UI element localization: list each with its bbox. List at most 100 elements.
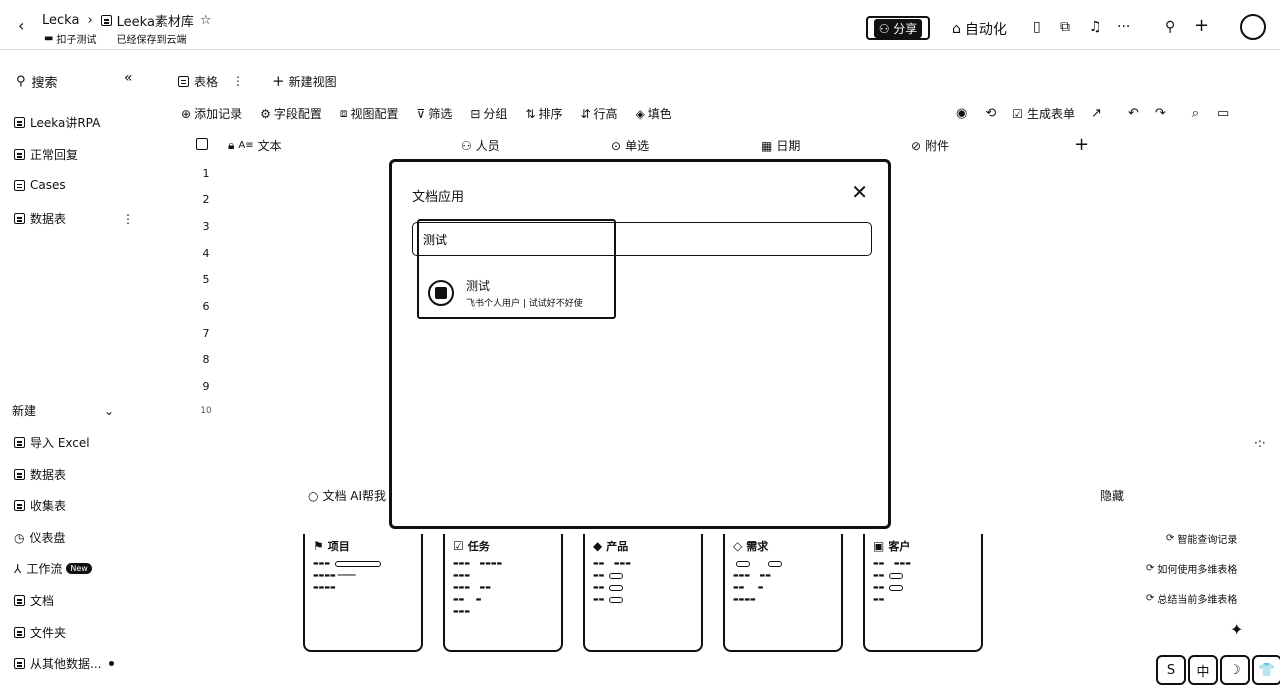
share-view-icon[interactable]: ↗ [1091,106,1102,121]
fill-icon: ◈ [635,106,645,121]
person-icon: ⚇ [461,138,472,153]
template-card[interactable]: ◇ 需求 ▬▬▬ ▬▬ ▬▬ ▬ ▬▬▬▬ [723,534,843,652]
new-item[interactable]: ⅄ 工作流 New [14,560,92,577]
row-height-icon: ⇵ [580,106,591,121]
view-config-button[interactable]: ⧈ 视图配置 [340,105,399,122]
history-icon[interactable]: ⟲ [985,106,996,121]
template-preview: ▬▬ ▬▬▬ ▬▬ ▬▬ ▬▬ [873,560,911,603]
new-view-button[interactable]: 新建视图 [289,73,337,90]
select-all-checkbox[interactable] [196,138,208,150]
sogou-icon[interactable]: S [1156,655,1186,685]
column-header[interactable]: ⊙ 单选 [611,137,649,154]
new-item[interactable]: 从其他数据... [14,655,115,672]
new-section-header[interactable]: 新建 ⌄ [12,402,114,419]
tab-table[interactable]: 表格 [194,73,218,90]
ime-chinese-icon[interactable]: 中 [1188,655,1218,685]
comment-icon[interactable]: ▭ [1217,106,1229,121]
search-label: 搜索 [31,76,58,91]
calendar-icon: ▦ [761,138,773,153]
shirt-icon[interactable]: 👕 [1252,655,1280,685]
row-height-button[interactable]: ⇵ 行高 [580,105,617,122]
row-number: 8 [202,353,210,366]
result-title[interactable]: 测试 [466,277,490,294]
template-name: 客户 [888,540,911,553]
collapse-sidebar-icon[interactable]: « [124,70,133,86]
template-card[interactable]: ☑ 任务 ▬▬▬ ▬▬▬▬ ▬▬▬ ▬▬▬ ▬▬ ▬▬ ▬ ▬▬▬ [443,534,563,652]
plugin-icon[interactable]: ⧉ [1060,19,1070,35]
group-icon: ⊟ [470,106,481,121]
form-icon [14,500,25,511]
undo-icon[interactable]: ↶ [1128,106,1139,121]
table-icon [14,149,25,160]
template-card[interactable]: ▣ 客户 ▬▬ ▬▬▬ ▬▬ ▬▬ ▬▬ [863,534,983,652]
record-icon[interactable]: ◉ [956,106,967,121]
back-icon[interactable]: ‹ [18,16,24,35]
more-icon[interactable]: ⋮ [122,212,134,226]
import-icon [14,658,25,669]
field-config-button[interactable]: ⚙ 字段配置 [260,105,322,122]
folder-name[interactable]: 扣子测试 [56,31,96,46]
column-header[interactable]: 🔒︎ A≡ 文本 [228,137,282,154]
new-item[interactable]: 文档 [14,592,54,609]
title-row: Lecka › Leeka素材库 ☆ [42,11,212,30]
column-header[interactable]: ▦ 日期 [761,137,800,154]
table-icon [14,213,25,224]
generate-form-button[interactable]: ☑ 生成表单 [1012,105,1075,122]
sidebar-search[interactable]: ⚲ 搜索 [16,72,58,91]
search-icon[interactable]: ⌕ [1192,106,1199,121]
modal-title: 文档应用 [412,190,465,205]
share-button[interactable]: ⚇ 分享 [866,16,930,40]
excel-icon [14,437,25,448]
ai-help-bar[interactable]: ○ 文档 AI帮我 [308,487,386,504]
moon-icon[interactable]: ☽ [1220,655,1250,685]
ai-suggestion[interactable]: ⟳ 智能查询记录 [1166,531,1237,546]
new-item[interactable]: 导入 Excel [14,434,90,451]
gear-icon: ⚙ [260,106,271,121]
diamond-icon: ◆ [593,539,603,553]
sidebar-table-item[interactable]: 正常回复 [14,146,78,163]
hide-button[interactable]: 隐藏 [1100,487,1124,504]
add-record-button[interactable]: ⊕ 添加记录 [181,105,242,122]
group-button[interactable]: ⊟ 分组 [470,105,507,122]
ai-suggestion[interactable]: ⟳ 总结当前多维表格 [1146,591,1237,606]
new-item[interactable]: ◷ 仪表盘 [14,529,66,546]
column-header[interactable]: ⊘ 附件 [911,137,949,154]
sparkle-icon[interactable]: ✦ [1230,620,1243,639]
document-icon[interactable]: ▯ [1033,19,1041,35]
base-name[interactable]: Leeka素材库 [117,11,194,30]
new-item[interactable]: 文件夹 [14,624,66,641]
ai-icon: ⟳ [1146,563,1155,574]
template-card[interactable]: ⚑ 项目 ▬▬▬ ▬▬▬▬ ━━━━━ ▬▬▬▬ [303,534,423,652]
add-column-button[interactable]: + [1074,134,1089,155]
plus-icon[interactable]: + [1194,15,1209,36]
filter-button[interactable]: ⊽ 筛选 [417,105,453,122]
more-icon[interactable]: ··· [1117,19,1130,35]
tab-more-icon[interactable]: ⋮ [232,74,244,88]
avatar[interactable] [1240,14,1266,40]
fill-color-button[interactable]: ◈ 填色 [636,105,672,122]
new-item[interactable]: 收集表 [14,497,66,514]
redo-icon[interactable]: ↷ [1155,106,1166,121]
doc-name[interactable]: Lecka [42,13,79,28]
search-icon[interactable]: ⚲ [1165,19,1175,35]
sidebar-item-label: Leeka讲RPA [30,116,101,130]
bell-icon[interactable]: ♫ [1089,19,1102,35]
sidebar-table-item[interactable]: 数据表 ⋮ [14,210,134,227]
close-icon[interactable]: ✕ [851,180,868,204]
automation-button[interactable]: ⌂ 自动化 [952,19,1007,39]
sidebar-table-item[interactable]: Leeka讲RPA [14,114,100,131]
star-icon[interactable]: ☆ [200,13,212,28]
toolbar-right: ◉ ⟲ ☑ 生成表单 ↗ ↶ ↷ ⌕ ▭ [956,105,1229,122]
new-badge: New [66,563,92,574]
column-header[interactable]: ⚇ 人员 [461,137,500,154]
sort-button[interactable]: ⇅ 排序 [525,105,562,122]
new-item[interactable]: 数据表 [14,466,66,483]
column-label: 日期 [776,139,801,153]
breadcrumb-separator-icon: › [87,13,93,28]
ai-suggestion[interactable]: ⟳ 如何使用多维表格 [1146,561,1237,576]
ai-suggestion-label: 智能查询记录 [1177,535,1238,546]
sidebar-table-item[interactable]: Cases [14,178,66,192]
template-card[interactable]: ◆ 产品 ▬▬ ▬▬▬ ▬▬ ▬▬ ▬▬ [583,534,703,652]
side-dots-icon[interactable]: ·:· [1254,436,1266,450]
top-bar: ‹ Lecka › Leeka素材库 ☆ ▬ 扣子测试 已经保存到云端 ⚇ 分享… [0,0,1280,50]
